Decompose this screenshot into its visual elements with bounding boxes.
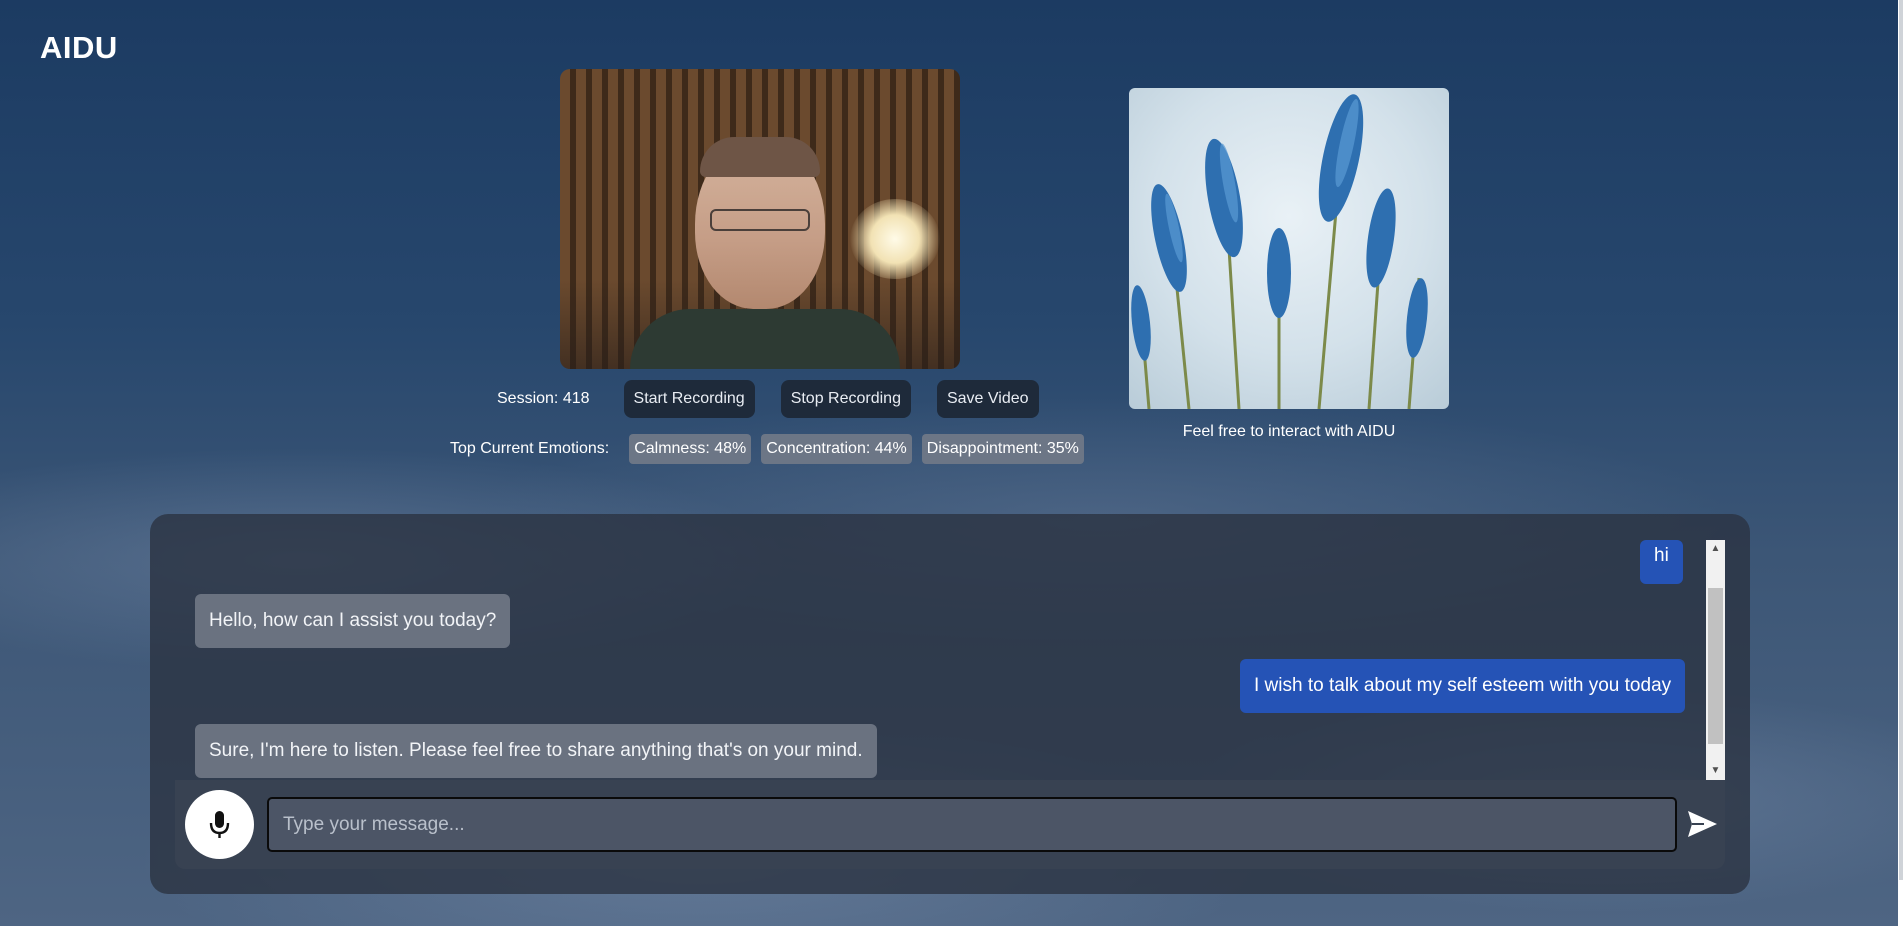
user-message: I wish to talk about my self esteem with… [1240, 659, 1686, 713]
send-button[interactable] [1684, 806, 1720, 842]
bot-message: Sure, I'm here to listen. Please feel fr… [195, 724, 877, 778]
microphone-icon [209, 811, 230, 838]
emotion-badge: Calmness: 48% [629, 434, 752, 464]
background-light [850, 199, 940, 279]
stop-recording-button[interactable]: Stop Recording [780, 380, 911, 418]
app-logo: AIDU [40, 30, 118, 65]
session-label: Session: 418 [497, 390, 590, 407]
emotions-label: Top Current Emotions: [450, 440, 610, 457]
emotions-row: Top Current Emotions: Calmness: 48% Conc… [450, 434, 1084, 464]
person-body [630, 309, 900, 369]
person-glasses [710, 209, 810, 231]
page-scrollbar-thumb[interactable] [1899, 0, 1903, 880]
scroll-down-arrow-icon[interactable]: ▼ [1706, 762, 1725, 780]
person-hair [700, 137, 820, 177]
microphone-button[interactable] [185, 790, 254, 859]
avatar-caption: Feel free to interact with AIDU [1182, 423, 1396, 440]
save-video-button[interactable]: Save Video [936, 380, 1039, 418]
chat-scrollbar[interactable]: ▲ ▼ [1706, 540, 1725, 780]
message-input[interactable] [267, 797, 1677, 852]
bot-message: Hello, how can I assist you today? [195, 594, 511, 648]
user-message: hi [1640, 540, 1683, 584]
emotion-badge: Disappointment: 35% [921, 434, 1084, 464]
message-list[interactable]: hi Hello, how can I assist you today? I … [174, 540, 1724, 780]
scroll-up-arrow-icon[interactable]: ▲ [1706, 540, 1725, 558]
webcam-feed [560, 69, 960, 369]
recording-controls: Session: 418 Start Recording Stop Record… [497, 380, 1055, 418]
aidu-avatar-image [1129, 88, 1449, 409]
start-recording-button[interactable]: Start Recording [623, 380, 755, 418]
wheat-illustration [1131, 94, 1428, 409]
scrollbar-thumb[interactable] [1708, 588, 1723, 744]
send-icon [1688, 811, 1717, 837]
emotion-badge: Concentration: 44% [761, 434, 912, 464]
page-scrollbar[interactable] [1898, 0, 1904, 926]
